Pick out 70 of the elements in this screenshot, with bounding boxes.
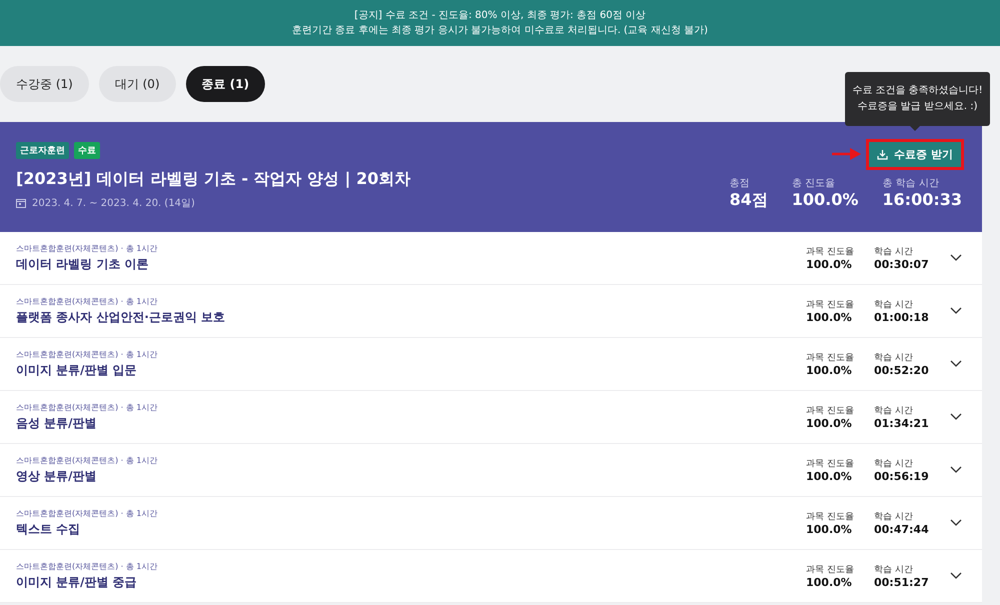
metric-value: 100.0% <box>806 470 853 483</box>
subject-title: 플랫폼 종사자 산업안전·근로권익 보호 <box>16 309 226 326</box>
subject-title: 영상 분류/판별 <box>16 468 98 485</box>
metric-label: 과목 진도율 <box>806 352 855 364</box>
metric-value: 100.0% <box>806 417 853 430</box>
notice-text: [공지] 수료 조건 - 진도율: 80% 이상, 최종 평가: 총점 60점 이상 <box>354 9 646 23</box>
metric-label: 과목 진도율 <box>806 458 855 470</box>
subject-title: 데이터 라벨링 기초 이론 <box>16 256 150 273</box>
subject-title: 텍스트 수집 <box>16 521 82 538</box>
chevron-icon <box>950 466 962 474</box>
subject-category: 스마트혼합훈련(자체콘텐츠) · 총 1시간 <box>16 561 159 572</box>
subject-title: 음성 분류/판별 <box>16 415 98 432</box>
stat-label: 총점 <box>730 177 750 190</box>
arrow-icon <box>832 147 862 161</box>
stat-value: 16:00:33 <box>882 190 962 209</box>
filter-tab[interactable]: 수강중 (1) <box>0 66 89 102</box>
metric-value: 01:00:18 <box>874 311 930 324</box>
calendar-icon <box>16 198 26 208</box>
metric-value: 01:34:21 <box>874 417 930 430</box>
metric-label: 과목 진도율 <box>806 299 855 311</box>
tooltip-text: 수료증을 발급 받으세요. :) <box>858 100 978 114</box>
metric-value: 100.0% <box>806 258 853 271</box>
metric-value: 100.0% <box>806 576 853 589</box>
subject-title: 이미지 분류/판별 중급 <box>16 574 138 591</box>
tooltip-text: 수료 조건을 충족하셨습니다! <box>852 84 983 98</box>
course-period: 2023. 4. 7. ~ 2023. 4. 20. (14일) <box>32 197 195 210</box>
metric-value: 100.0% <box>806 311 853 324</box>
subject-category: 스마트혼합훈련(자체콘텐츠) · 총 1시간 <box>16 455 159 466</box>
chevron-icon <box>950 519 962 527</box>
course-title: [2023년] 데이터 라벨링 기초 - 작업자 양성 | 20회차 <box>16 169 410 190</box>
metric-label: 학습 시간 <box>874 246 914 258</box>
course-tag: 근로자훈련 <box>16 142 69 159</box>
metric-label: 과목 진도율 <box>806 246 855 258</box>
metric-value: 100.0% <box>806 523 853 536</box>
chevron-icon <box>950 360 962 368</box>
metric-label: 학습 시간 <box>874 299 914 311</box>
metric-label: 학습 시간 <box>874 458 914 470</box>
filter-tab[interactable]: 종료 (1) <box>186 66 266 102</box>
subject-category: 스마트혼합훈련(자체콘텐츠) · 총 1시간 <box>16 508 159 519</box>
metric-value: 100.0% <box>806 364 853 377</box>
metric-value: 00:51:27 <box>874 576 930 589</box>
metric-label: 학습 시간 <box>874 564 914 576</box>
notice-text: 훈련기간 종료 후에는 최종 평가 응시가 불가능하여 미수료로 처리됩니다. (교육 재신청 불가) <box>292 24 708 38</box>
subject-category: 스마트혼합훈련(자체콘텐츠) · 총 1시간 <box>16 243 159 254</box>
chevron-icon <box>950 254 962 262</box>
stat-label: 총 진도율 <box>792 177 836 190</box>
stat-value: 84점 <box>730 190 768 211</box>
subject-title: 이미지 분류/판별 입문 <box>16 362 138 379</box>
metric-label: 과목 진도율 <box>806 564 855 576</box>
subject-category: 스마트혼합훈련(자체콘텐츠) · 총 1시간 <box>16 402 159 413</box>
metric-value: 00:47:44 <box>874 523 930 536</box>
course-tag: 수료 <box>74 142 100 159</box>
stat-value: 100.0% <box>792 190 858 209</box>
metric-label: 학습 시간 <box>874 511 914 523</box>
subject-category: 스마트혼합훈련(자체콘텐츠) · 총 1시간 <box>16 349 159 360</box>
metric-value: 00:30:07 <box>874 258 930 271</box>
metric-label: 학습 시간 <box>874 405 914 417</box>
certificate-button[interactable]: 수료증 받기 <box>866 139 964 170</box>
metric-label: 과목 진도율 <box>806 511 855 523</box>
chevron-icon <box>950 307 962 315</box>
metric-value: 00:52:20 <box>874 364 930 377</box>
metric-value: 00:56:19 <box>874 470 930 483</box>
stat-label: 총 학습 시간 <box>882 177 940 190</box>
chevron-icon <box>950 413 962 421</box>
download-icon <box>877 149 888 160</box>
filter-tab[interactable]: 대기 (0) <box>98 66 176 102</box>
chevron-icon <box>950 572 962 580</box>
subject-category: 스마트혼합훈련(자체콘텐츠) · 총 1시간 <box>16 296 159 307</box>
metric-label: 학습 시간 <box>874 352 914 364</box>
metric-label: 과목 진도율 <box>806 405 855 417</box>
